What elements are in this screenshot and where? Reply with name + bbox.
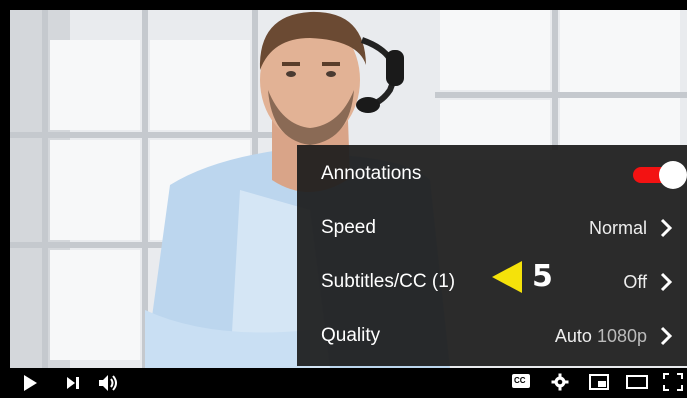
speed-value: Normal [588,217,647,238]
settings-icon[interactable] [551,373,569,391]
video-player: Annotations Speed Normal Subtitles/CC (1… [0,0,687,398]
volume-icon[interactable] [98,374,120,392]
play-icon[interactable] [22,374,38,392]
toggle-knob [659,161,687,189]
quality-label: Quality [321,325,381,346]
control-bar: CC [0,368,687,398]
quality-value: Auto 1080p [555,326,647,347]
subtitles-value: Off [623,271,647,292]
captions-button[interactable]: CC [512,374,530,388]
quality-resolution: 1080p [596,325,647,346]
next-icon[interactable] [66,376,80,390]
chevron-right-icon [660,326,673,346]
menu-item-quality[interactable]: Quality Auto 1080p [297,309,687,363]
callout-arrow [492,261,522,293]
miniplayer-icon[interactable] [589,373,609,391]
theater-icon[interactable] [626,374,648,390]
menu-item-speed[interactable]: Speed Normal [297,201,687,255]
quality-auto: Auto [554,325,592,346]
subtitles-label: Subtitles/CC (1) [321,271,456,292]
annotations-label: Annotations [321,163,422,184]
captions-icon: CC [514,376,526,385]
speed-label: Speed [321,217,376,238]
settings-menu: Annotations Speed Normal Subtitles/CC (1… [297,145,687,366]
callout-number: 5 [532,259,553,294]
annotations-toggle[interactable] [629,161,687,189]
chevron-right-icon [660,218,673,238]
fullscreen-icon[interactable] [663,373,683,391]
menu-item-annotations[interactable]: Annotations [297,147,687,201]
chevron-right-icon [660,272,673,292]
